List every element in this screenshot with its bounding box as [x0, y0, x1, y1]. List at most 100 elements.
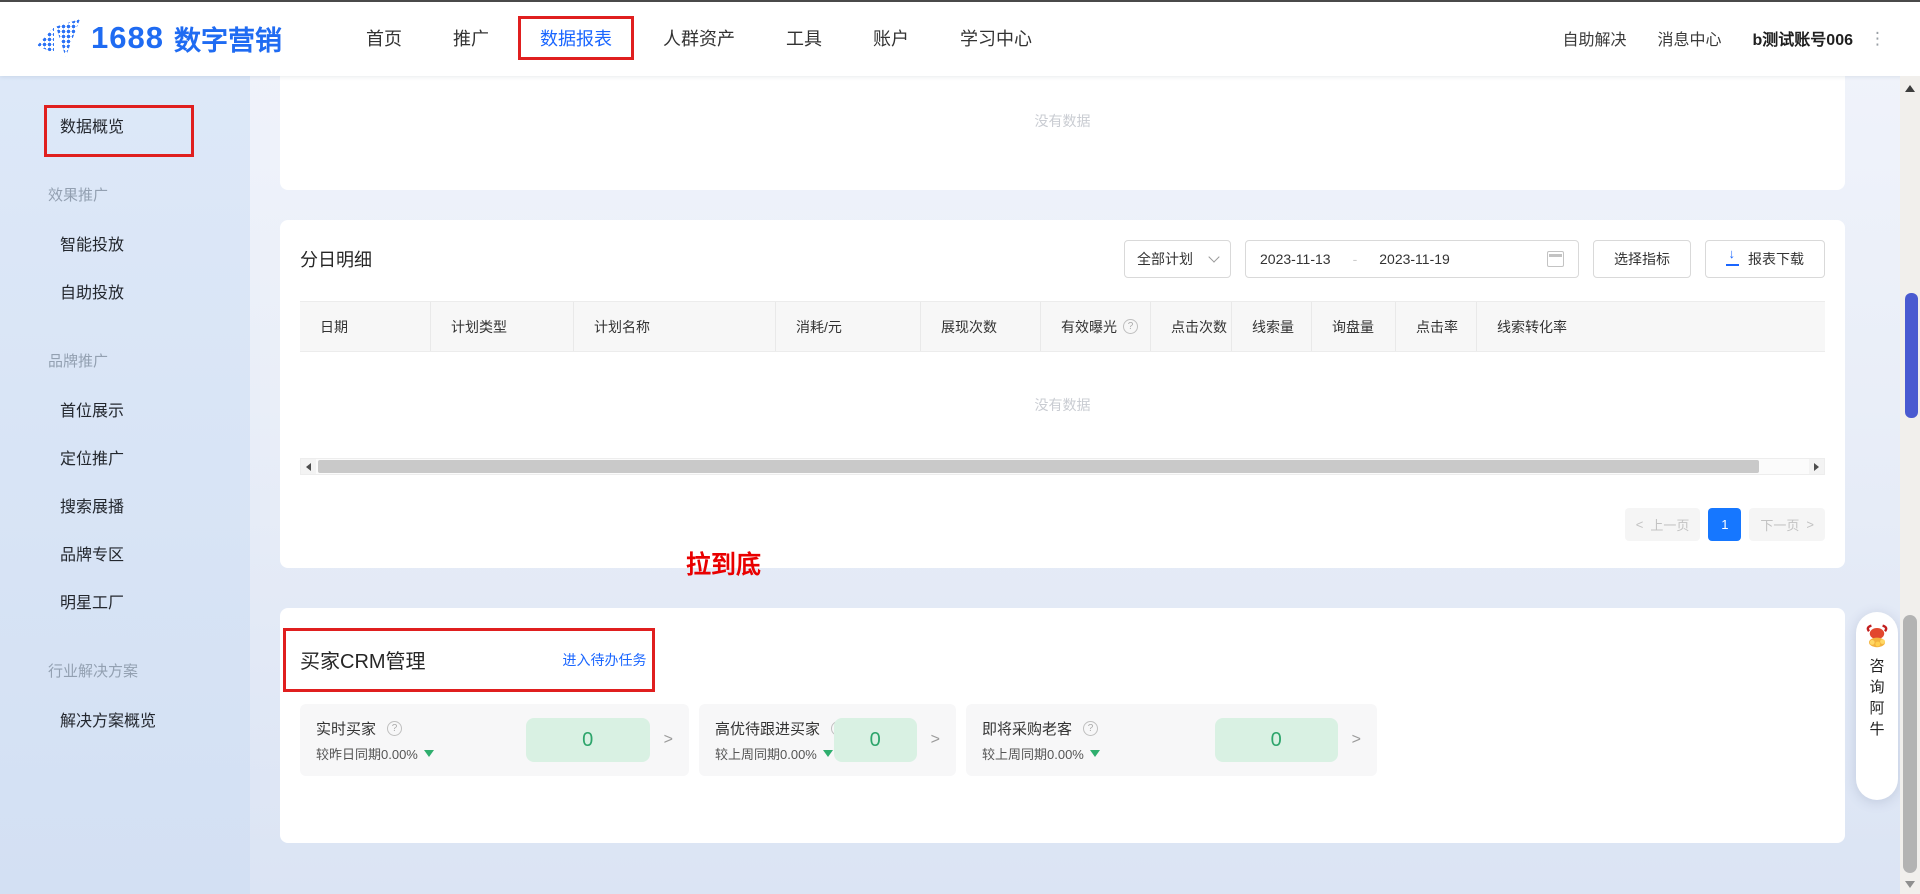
daily-detail-header: 分日明细 全部计划 2023-11-13 - 2023-11-19: [300, 220, 1825, 278]
date-range-picker[interactable]: 2023-11-13 - 2023-11-19: [1245, 240, 1579, 278]
trend-down-icon: [424, 750, 434, 757]
annotation-scroll-hint: 拉到底: [686, 545, 761, 581]
metric-title: 实时买家: [316, 718, 376, 739]
horizontal-scroll-thumb[interactable]: [318, 460, 1759, 473]
column-header: 日期: [300, 302, 430, 351]
trend-down-icon: [823, 750, 833, 757]
main-area: 没有数据 分日明细 全部计划 2023-11-13 - 2023-11-19: [250, 76, 1920, 894]
sidebar-item: 行业解决方案: [0, 652, 250, 692]
pagination: < 上一页 1 下一页 >: [300, 508, 1825, 541]
crm-title: 买家CRM管理: [300, 645, 426, 674]
nav-item[interactable]: 工具: [786, 25, 822, 51]
help-icon[interactable]: [387, 721, 402, 736]
current-page-button[interactable]: 1: [1708, 508, 1741, 541]
consult-aniu-widget[interactable]: 咨询阿牛: [1856, 612, 1898, 800]
nav-item[interactable]: 数据报表: [540, 25, 612, 51]
crm-metric-card[interactable]: 实时买家 较昨日同期0.00% 0 >: [300, 704, 689, 776]
sidebar-item[interactable]: 自助投放: [0, 270, 250, 318]
content: 没有数据 分日明细 全部计划 2023-11-13 - 2023-11-19: [280, 76, 1845, 843]
help-icon[interactable]: [1083, 721, 1098, 736]
nav-item[interactable]: 推广: [453, 25, 489, 51]
sidebar-item: 效果推广: [0, 176, 250, 216]
horizontal-scrollbar[interactable]: [300, 458, 1825, 475]
column-header: 点击次数: [1150, 302, 1231, 351]
todo-tasks-link[interactable]: 进入待办任务: [563, 650, 647, 670]
next-page-button[interactable]: 下一页 >: [1749, 508, 1825, 541]
chevron-right-icon: >: [1352, 731, 1361, 749]
header-links: 自助解决 消息中心 b测试账号006: [1562, 26, 1853, 50]
column-header: 展现次数: [920, 302, 1040, 351]
header-right: 自助解决 消息中心 b测试账号006 ⋮: [1562, 26, 1886, 50]
arrow-left-icon: [306, 463, 311, 471]
help-icon[interactable]: [1123, 319, 1138, 334]
header-link[interactable]: 自助解决: [1562, 26, 1626, 50]
sidebar-item[interactable]: 明星工厂: [0, 580, 250, 628]
sidebar-item[interactable]: 品牌专区: [0, 532, 250, 580]
column-header: 线索转化率: [1476, 302, 1825, 351]
crm-card: 买家CRM管理 进入待办任务 实时买家: [280, 608, 1845, 843]
trend-down-icon: [1090, 750, 1100, 757]
more-menu-icon[interactable]: ⋮: [1869, 30, 1886, 47]
plan-filter-value: 全部计划: [1137, 249, 1193, 269]
column-header: 点击率: [1395, 302, 1476, 351]
filters: 全部计划 2023-11-13 - 2023-11-19 选择指标: [1124, 240, 1825, 278]
metric-compare: 较昨日同期0.00%: [316, 744, 418, 763]
consult-aniu-label: 咨询阿牛: [1869, 656, 1886, 740]
vertical-scrollbar[interactable]: [1900, 76, 1920, 894]
column-header: 计划名称: [573, 302, 775, 351]
column-header: 询盘量: [1311, 302, 1395, 351]
section-title: 分日明细: [300, 246, 372, 272]
scroll-right-button[interactable]: [1809, 459, 1824, 474]
empty-state: 没有数据: [1035, 395, 1091, 415]
chevron-right-icon: >: [931, 731, 940, 749]
crm-metric-card[interactable]: 即将采购老客 较上周同期0.00% 0 >: [966, 704, 1377, 776]
sidebar-item[interactable]: 定位推广: [0, 436, 250, 484]
sidebar-item[interactable]: 数据概览: [0, 104, 250, 152]
sidebar-item[interactable]: 首位展示: [0, 388, 250, 436]
select-metrics-button[interactable]: 选择指标: [1593, 240, 1691, 278]
crm-metric-card[interactable]: 高优待跟进买家 较上周同期0.00% 0 >: [699, 704, 956, 776]
empty-state: 没有数据: [1035, 111, 1091, 131]
sidebar-item[interactable]: 搜索展播: [0, 484, 250, 532]
next-arrow-icon: >: [1806, 517, 1814, 532]
header-link[interactable]: b测试账号006: [1753, 26, 1853, 50]
logo[interactable]: 1688 数字营销: [37, 19, 282, 58]
overview-chart-card: 没有数据: [280, 76, 1845, 190]
nav-item[interactable]: 账户: [873, 25, 909, 51]
horizontal-scroll-track[interactable]: [316, 459, 1809, 474]
metric-value: 0: [1215, 718, 1338, 762]
date-separator: -: [1353, 251, 1358, 267]
main-nav: 首页 推广 数据报表 人群资产 工具 账户 学习中心: [366, 25, 1083, 51]
logo-number: 1688: [91, 20, 164, 56]
crm-header: 买家CRM管理 进入待办任务: [300, 608, 1825, 674]
vertical-scroll-thumb-gray[interactable]: [1903, 615, 1917, 873]
nav-item[interactable]: 人群资产: [663, 25, 735, 51]
metric-title: 即将采购老客: [982, 718, 1072, 739]
app-header: 1688 数字营销 首页 推广 数据报表 人群资产 工具 账户 学习中心 自助解决 消息中心 b…: [0, 0, 1920, 76]
plan-filter-select[interactable]: 全部计划: [1124, 240, 1231, 278]
download-report-button[interactable]: 报表下载: [1705, 240, 1825, 278]
header-link[interactable]: 消息中心: [1658, 26, 1722, 50]
sidebar-item: 品牌推广: [0, 342, 250, 382]
vertical-scroll-thumb-blue[interactable]: [1905, 293, 1918, 418]
date-start: 2023-11-13: [1260, 251, 1331, 267]
metric-compare: 较上周同期0.00%: [715, 744, 817, 763]
logo-title: 数字营销: [174, 19, 282, 58]
sidebar-item[interactable]: 解决方案概览: [0, 698, 250, 746]
chevron-down-icon: [1208, 251, 1219, 262]
column-header: 计划类型: [430, 302, 573, 351]
logo-icon: [37, 19, 81, 57]
screen: 1688 数字营销 首页 推广 数据报表 人群资产 工具 账户 学习中心 自助解决 消息中心 b…: [0, 0, 1920, 894]
arrow-right-icon: [1814, 463, 1819, 471]
metric-value: 0: [834, 718, 917, 762]
scroll-up-icon[interactable]: [1905, 85, 1915, 92]
sidebar-item[interactable]: 智能投放: [0, 222, 250, 270]
nav-item[interactable]: 首页: [366, 25, 402, 51]
scroll-down-icon[interactable]: [1905, 881, 1915, 888]
column-header: 线索量: [1231, 302, 1311, 351]
prev-page-button[interactable]: < 上一页: [1625, 508, 1701, 541]
scroll-left-button[interactable]: [301, 459, 316, 474]
date-end: 2023-11-19: [1379, 251, 1450, 267]
column-header: 消耗/元: [775, 302, 920, 351]
nav-item[interactable]: 学习中心: [960, 25, 1032, 51]
